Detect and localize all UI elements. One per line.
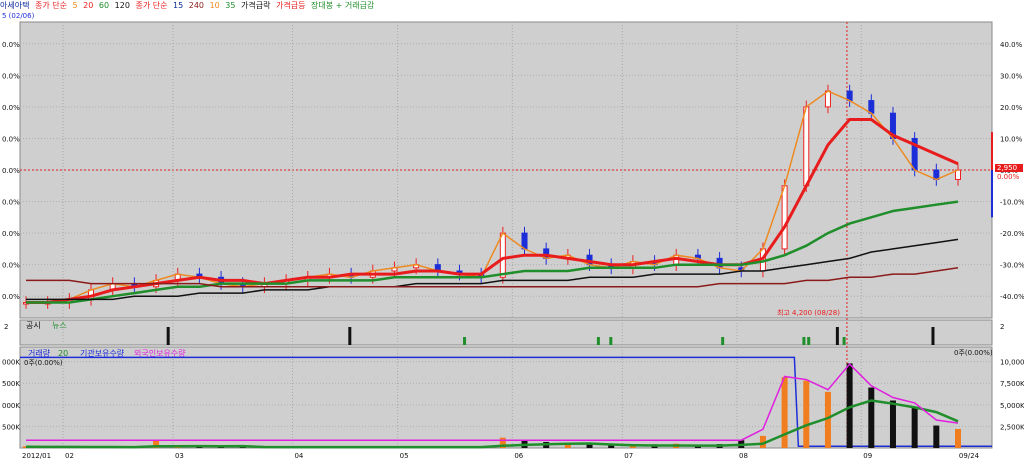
- volume-left-tick: 000K: [2, 359, 20, 367]
- disclosure-legend: 공시: [26, 321, 41, 330]
- volume-left-tick: 500K: [2, 423, 20, 431]
- disclosure-event: [842, 337, 846, 345]
- candle-body: [868, 100, 875, 114]
- disclosure-event: [802, 337, 806, 345]
- disclosure-event: [721, 337, 725, 345]
- price-left-tick: 0.0%: [2, 230, 20, 238]
- disclosure-event: [348, 327, 352, 345]
- volume-bar: [868, 387, 875, 448]
- volume-right-tick: 5,000K: [1000, 402, 1024, 410]
- price-right-tick: -20.0%: [1000, 230, 1024, 238]
- price-left-tick: 0.0%: [2, 104, 20, 112]
- x-tick-label: 02: [65, 452, 74, 460]
- range-bar-up: [991, 132, 993, 170]
- x-tick-label: 2012/01: [22, 452, 51, 460]
- disclosure-event: [807, 337, 811, 345]
- price-right-tick: 40.0%: [1000, 41, 1023, 49]
- volume-top-right-label: 0주(0.00%): [954, 349, 993, 357]
- disclosure-event: [596, 337, 600, 345]
- x-tick-label: 09/24: [959, 452, 980, 460]
- candle-body: [824, 90, 831, 108]
- disclosure-event: [609, 337, 613, 345]
- volume-legend-item: 외국인보유수량: [134, 348, 186, 358]
- disclosure-left-tick: 2: [4, 323, 8, 331]
- x-tick-label: 07: [624, 452, 633, 460]
- disclosure-panel-bg: [19, 319, 993, 346]
- volume-bar: [955, 429, 961, 448]
- x-tick-label: 06: [514, 452, 523, 460]
- volume-legend-item: 기관보유수량: [80, 348, 125, 358]
- candle-body: [499, 232, 506, 278]
- price-right-tick: -10.0%: [1000, 199, 1024, 207]
- price-right-tick: 20.0%: [1000, 104, 1023, 112]
- candle-body: [803, 106, 810, 187]
- price-left-tick: 0.0%: [2, 41, 20, 49]
- disclosure-event: [166, 327, 170, 345]
- volume-bar: [803, 380, 810, 448]
- price-left-tick: 0.0%: [2, 72, 20, 80]
- volume-right-tick: 10,000K: [1000, 359, 1024, 367]
- news-legend: 뉴스: [52, 321, 67, 330]
- volume-left-tick: 500K: [2, 380, 20, 388]
- x-tick-label: 08: [739, 452, 748, 460]
- volume-legend-item: 거래량: [28, 348, 51, 358]
- x-tick-label: 05: [400, 452, 409, 460]
- chart-svg[interactable]: 40.0%0.0%30.0%0.0%20.0%0.0%10.0%0.0%0.0%…: [0, 0, 1024, 461]
- price-left-tick: 0.0%: [2, 262, 20, 270]
- x-tick-label: 03: [175, 452, 184, 460]
- volume-bar: [781, 377, 788, 448]
- volume-bar: [586, 444, 593, 448]
- current-price-label: 2,950: [997, 164, 1017, 172]
- volume-bar: [911, 406, 918, 448]
- price-right-tick: 10.0%: [1000, 135, 1023, 143]
- chart-window: 아세아텍 종가 단순 5 20 60 120 종가 단순 15 240 10 3…: [0, 0, 1024, 461]
- price-right-tick: -30.0%: [1000, 262, 1024, 270]
- disclosure-event: [835, 327, 839, 345]
- price-left-tick: 0.0%: [2, 135, 20, 143]
- volume-bar: [889, 400, 896, 448]
- price-left-tick: 0.0%: [2, 199, 20, 207]
- x-tick-label: 09: [863, 452, 872, 460]
- candle-body: [781, 185, 788, 250]
- range-bar-down: [991, 170, 993, 218]
- price-left-tick: 0.0%: [2, 167, 20, 175]
- disclosure-event: [463, 337, 467, 345]
- current-pct-label: 0.00%: [997, 173, 1020, 181]
- volume-right-tick: 7,500K: [1000, 380, 1024, 388]
- disclosure-right-tick: 2: [1000, 323, 1004, 331]
- price-right-tick: 30.0%: [1000, 72, 1023, 80]
- x-tick-label: 04: [294, 452, 303, 460]
- volume-top-left-label: 0주(0.00%): [24, 359, 63, 367]
- high-annotation: 최고 4,200 (08/28): [777, 308, 840, 317]
- disclosure-event: [931, 327, 935, 345]
- candle-body: [521, 232, 528, 250]
- volume-panel-bg: [19, 346, 993, 449]
- volume-right-tick: 2,500K: [1000, 423, 1024, 431]
- price-right-tick: -40.0%: [1000, 293, 1024, 301]
- volume-bar: [933, 425, 940, 448]
- price-left-tick: 0.0%: [2, 293, 20, 301]
- volume-left-tick: 000K: [2, 402, 20, 410]
